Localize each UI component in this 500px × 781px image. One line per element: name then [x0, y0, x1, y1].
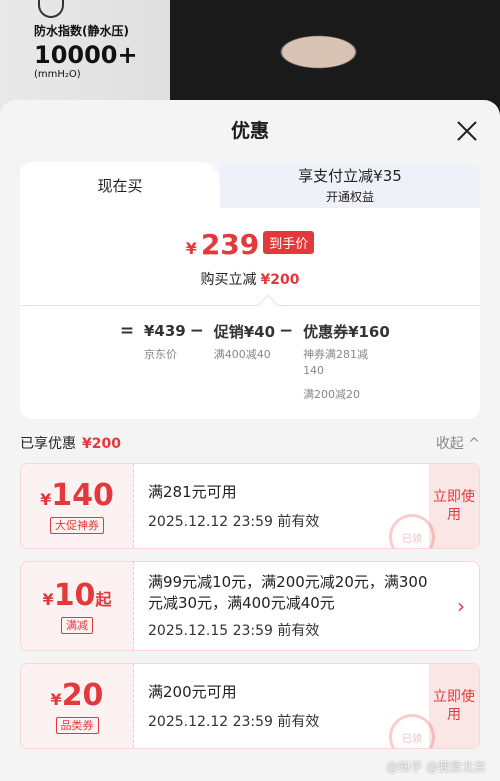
base-price-label: 京东价: [144, 348, 177, 361]
spec-unit: (mmH₂O): [34, 69, 81, 80]
spec-value: 10000+: [34, 41, 138, 69]
minus-sign: −: [278, 321, 294, 341]
enjoyed-discount-row: 已享优惠 ¥200 收起 ^: [20, 433, 480, 453]
coupon-card[interactable]: ¥ 10 起 满减 满99元减10元，满200元减20元，满300元减30元，满…: [20, 561, 480, 651]
reduce-label: 购买立减: [200, 272, 257, 288]
collapse-button[interactable]: 收起 ^: [436, 433, 480, 453]
card-divider: [20, 294, 480, 319]
use-now-button[interactable]: 立即使用: [429, 664, 479, 748]
coupon-rule-1: 神券满281减140: [303, 348, 369, 377]
coupon-currency: ¥: [42, 590, 54, 609]
coupon-title: 满200元可用: [148, 682, 237, 701]
coupon-expiry: 2025.12.12 23:59 前有效: [148, 713, 320, 730]
final-price-area: ¥ 239 到手价 购买立减 ¥200: [20, 208, 480, 305]
coupon-title: 满281元可用: [148, 482, 237, 501]
price-value: 239: [200, 228, 260, 261]
coupon-currency: ¥: [40, 490, 52, 509]
price-formula: = ¥439 京东价 − 促销¥40 满400减40 − 优惠券¥160 神券满…: [20, 319, 480, 419]
promo-rule: 满400减40: [213, 348, 271, 361]
price-card: 现在买 享支付立减¥35 开通权益 ¥ 239 到手价 购买立减¥200 =: [20, 162, 480, 419]
coupon-tag: 满减: [61, 617, 93, 634]
tab-pay-discount-label: 享支付立减¥35: [298, 167, 402, 185]
watermark: @知乎 @我爱北京: [386, 760, 486, 774]
purchase-tabs: 现在买 享支付立减¥35 开通权益: [20, 162, 480, 208]
enjoyed-label: 已享优惠: [20, 436, 76, 452]
minus-sign: −: [189, 321, 204, 341]
coupon-rule-2: 满200减20: [303, 388, 361, 401]
spec-label: 防水指数(静水压): [34, 24, 129, 38]
final-price-badge: 到手价: [263, 231, 315, 254]
coupon-value: 140: [51, 478, 114, 513]
coupon-expiry: 2025.12.15 23:59 前有效: [148, 623, 320, 639]
coupon-card[interactable]: ¥ 20 品类券 满200元可用 2025.12.12 23:59 前有效 已领…: [20, 663, 480, 749]
sheet-title: 优惠: [230, 120, 269, 142]
waterproof-icon: [38, 0, 64, 18]
sheet-header: 优惠: [0, 100, 500, 162]
reduce-amount: ¥200: [260, 272, 300, 288]
enjoyed-amount: ¥200: [82, 436, 121, 452]
tab-buy-now-label: 现在买: [97, 176, 143, 195]
reduce-line: 购买立减 ¥200: [20, 269, 480, 289]
coupon-suffix: 起: [95, 590, 112, 609]
coupon-value: 20: [61, 678, 104, 713]
use-now-button[interactable]: 立即使用: [429, 464, 479, 548]
close-icon[interactable]: [456, 120, 478, 142]
coupon-tag: 品类券: [55, 717, 99, 734]
equals-sign: =: [119, 321, 135, 341]
coupon-tag: 大促神券: [50, 517, 104, 534]
tab-pay-discount-sub: 开通权益: [325, 190, 374, 204]
coupon-title: 满99元减10元，满200元减20元，满300元减30元，满400元减40元: [148, 573, 428, 612]
tab-buy-now[interactable]: 现在买: [20, 162, 220, 208]
coupon-currency: ¥: [50, 690, 62, 709]
base-price: ¥439: [144, 322, 186, 340]
coupon-expiry: 2025.12.12 23:59 前有效: [148, 513, 320, 530]
product-spec: 防水指数(静水压) 10000+ (mmH₂O): [34, 0, 138, 80]
chevron-right-icon[interactable]: ›: [443, 562, 479, 650]
discount-sheet: 优惠 现在买 享支付立减¥35 开通权益 ¥ 239 到手价 购买立减¥200: [0, 100, 500, 781]
price-currency: ¥: [185, 239, 197, 258]
promo-amount: 促销¥40: [213, 322, 276, 341]
tab-pay-discount[interactable]: 享支付立减¥35 开通权益: [220, 162, 480, 208]
coupon-card[interactable]: ¥ 140 大促神券 满281元可用 2025.12.12 23:59 前有效 …: [20, 463, 480, 549]
final-price: ¥ 239 到手价: [20, 228, 480, 261]
coupon-value: 10: [53, 578, 96, 613]
coupon-amount: 优惠券¥160: [303, 322, 390, 341]
